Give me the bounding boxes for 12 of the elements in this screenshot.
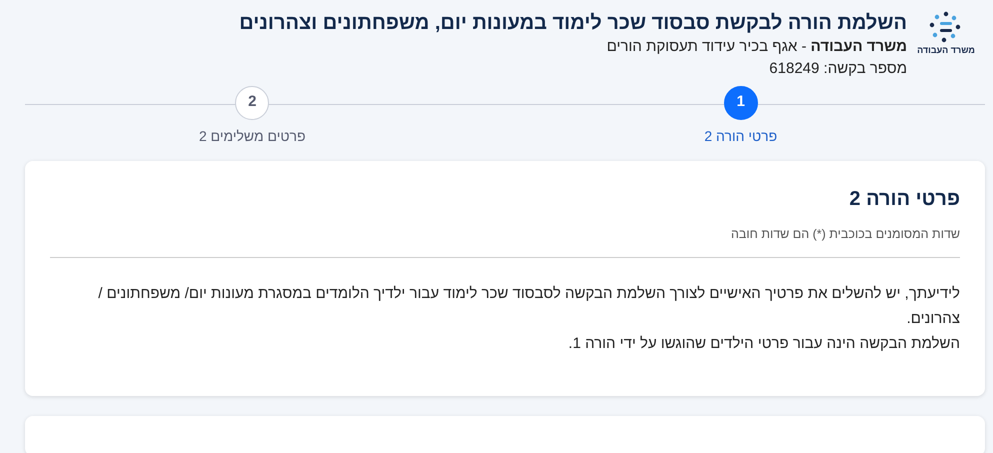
- division-text: משרד העבודה - אגף בכיר עידוד תעסוקת הורים: [606, 37, 907, 57]
- page-title: השלמת הורה לבקשת סבסוד שכר לימוד במעונות יום, משפחתונים וצהרונים: [239, 11, 907, 36]
- info-paragraph: לידיעתך, יש להשלים את פרטיך האישיים לצורך השלמת הבקשה לסבסוד שכר לימוד עבור ילדיך הלומדים במסגרת מעונות יום/ משפחתונים / צהרונים.: [97, 284, 960, 329]
- info-paragraph: השלמת הבקשה הינה עבור פרטי הילדים שהוגשו על ידי הורה 1.: [567, 334, 960, 354]
- logo-text: משרד העבודה: [917, 44, 975, 57]
- required-note: שדות המסומנים בכוכבית (*) הם שדות חובה: [50, 224, 960, 258]
- step-number[interactable]: 2: [235, 86, 270, 120]
- request-number: מספר בקשה: 618249: [768, 58, 907, 79]
- step-label: פרטים משלימים 2: [198, 126, 306, 146]
- step-label: פרטי הורה 2: [704, 126, 778, 146]
- step-number[interactable]: 1: [724, 86, 758, 120]
- card-title: פרטי הורה 2: [848, 186, 960, 210]
